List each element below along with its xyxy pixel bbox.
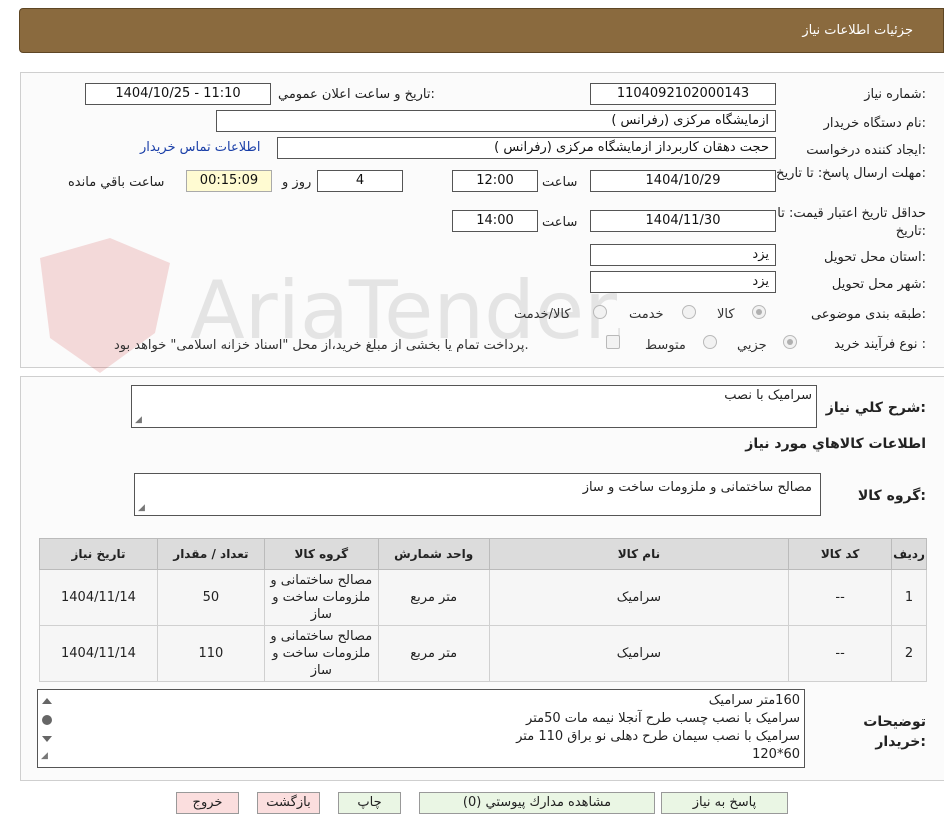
cell-group: مصالح ساختمانی و ملزومات ساخت و ساز	[263, 625, 379, 682]
resize-grip-icon: ◢	[41, 751, 48, 761]
validity-time-label: ساعت	[542, 215, 578, 230]
buyer-org-label: نام دستگاه خريدار:	[823, 116, 926, 131]
city-field: یزد	[590, 271, 776, 293]
cell-name: سرامیک	[488, 569, 790, 626]
cell-code: --	[788, 625, 893, 682]
description-text: سرامیک با نصب	[724, 388, 812, 403]
cell-row: 2	[891, 625, 927, 682]
deadline-label: مهلت ارسال پاسخ: تا تاريخ:	[776, 166, 926, 181]
goods-group-label: گروه كالا:	[857, 488, 926, 504]
page-header: جزئیات اطلاعات نیاز	[19, 8, 944, 53]
deadline-time-field: 12:00	[452, 170, 538, 192]
table-header-row: رديف كد كالا نام كالا واحد شمارش گروه كا…	[39, 538, 927, 570]
description-textarea[interactable]: سرامیک با نصب ◢	[131, 385, 817, 428]
print-button[interactable]: چاپ	[338, 792, 401, 814]
buyer-org-field: ازمايشگاه مرکزی (رفرانس )	[216, 110, 776, 132]
process-radio-minor[interactable]	[783, 335, 797, 349]
category-label: طبقه بندی موضوعی:	[810, 307, 926, 322]
process-label: نوع فرآيند خريد :	[834, 337, 926, 352]
category-option-service: خدمت	[629, 307, 664, 322]
col-header-group: گروه كالا	[263, 538, 379, 570]
treasury-checkbox[interactable]	[606, 335, 620, 349]
buyer-notes-line: 160متر سرامیک	[708, 693, 800, 708]
category-radio-service[interactable]	[682, 305, 696, 319]
days-label: روز و	[282, 175, 312, 190]
deadline-time-label: ساعت	[542, 175, 578, 190]
cell-qty: 110	[156, 625, 265, 682]
payment-note: پرداخت تمام يا بخشی از مبلغ خريد،از محل …	[114, 338, 529, 353]
buyer-notes-line: سرامیک با نصب چسب طرح آنجلا نیمه مات 50م…	[526, 711, 800, 726]
need-number-field: 1104092102000143	[590, 83, 776, 105]
validity-date-field: 1404/11/30	[590, 210, 776, 232]
col-header-row: رديف	[891, 538, 927, 570]
reply-button[interactable]: پاسخ به نياز	[661, 792, 788, 814]
buyer-notes-textarea[interactable]: 160متر سرامیک سرامیک با نصب چسب طرح آنجل…	[37, 689, 805, 768]
process-option-minor: جزيي	[737, 338, 767, 353]
goods-group-textarea[interactable]: مصالح ساختمانی و ملزومات ساخت و ساز ◢	[134, 473, 821, 516]
category-radio-goods[interactable]	[752, 305, 766, 319]
deadline-date-field: 1404/10/29	[590, 170, 776, 192]
remaining-time-field: 00:15:09	[186, 170, 272, 192]
process-radio-medium[interactable]	[703, 335, 717, 349]
table-row: 2 -- سرامیک متر مربع مصالح ساختمانی و مل…	[39, 625, 927, 682]
announce-field: 1404/10/25 - 11:10	[85, 83, 271, 105]
resize-grip-icon: ◢	[135, 415, 142, 425]
scroll-down-icon	[42, 736, 52, 742]
buyer-notes-line: 60*120	[752, 747, 800, 762]
process-option-medium: متوسط	[645, 338, 686, 353]
view-attachments-button[interactable]: مشاهده مدارك پيوستي (0)	[419, 792, 655, 814]
need-number-label: شماره نیاز:	[864, 87, 926, 102]
items-table: رديف كد كالا نام كالا واحد شمارش گروه كا…	[39, 538, 927, 682]
cell-unit: متر مربع	[377, 625, 490, 682]
buyer-notes-line: سرامیک با نصب سیمان طرح دهلی نو براق 110…	[516, 729, 800, 744]
validity-time-field: 14:00	[452, 210, 538, 232]
cell-name: سرامیک	[488, 625, 790, 682]
exit-button[interactable]: خروج	[176, 792, 239, 814]
cell-unit: متر مربع	[377, 569, 490, 626]
col-header-name: نام كالا	[488, 538, 790, 570]
cell-qty: 50	[156, 569, 265, 626]
city-label: شهر محل تحويل:	[831, 277, 926, 292]
scroll-thumb-icon	[42, 715, 52, 725]
col-header-code: كد كالا	[788, 538, 893, 570]
scroll-up-icon	[42, 698, 52, 704]
cell-date: 1404/11/14	[39, 569, 158, 626]
description-label: شرح كلي نياز:	[825, 400, 926, 416]
remaining-label: ساعت باقي مانده	[68, 175, 165, 190]
resize-grip-icon: ◢	[138, 503, 145, 513]
goods-info-title: اطلاعات كالاهاي مورد نياز	[745, 436, 926, 452]
buyer-notes-label: توضيحات خريدار:	[863, 714, 926, 750]
days-field: 4	[317, 170, 403, 192]
buyer-contact-link[interactable]: اطلاعات تماس خريدار	[140, 140, 260, 155]
cell-code: --	[788, 569, 893, 626]
col-header-unit: واحد شمارش	[377, 538, 490, 570]
goods-group-text: مصالح ساختمانی و ملزومات ساخت و ساز	[582, 480, 812, 495]
announce-label: تاریخ و ساعت اعلان عمومي:	[278, 87, 435, 102]
requester-label: ايجاد كننده درخواست:	[806, 143, 926, 158]
category-radio-both[interactable]	[593, 305, 607, 319]
category-option-goods: كالا	[717, 307, 735, 322]
cell-group: مصالح ساختمانی و ملزومات ساخت و ساز	[263, 569, 379, 626]
page-title: جزئیات اطلاعات نیاز	[802, 23, 913, 38]
requester-field: حجت دهقان کاربرداز ازمايشگاه مرکزی (رفرا…	[277, 137, 776, 159]
cell-date: 1404/11/14	[39, 625, 158, 682]
col-header-date: تاريخ نياز	[39, 538, 158, 570]
category-option-both: كالا/خدمت	[514, 307, 571, 322]
notes-scrollbar[interactable]	[40, 692, 54, 752]
province-label: استان محل تحويل:	[824, 250, 926, 265]
items-table-wrapper: رديف كد كالا نام كالا واحد شمارش گروه كا…	[39, 538, 927, 682]
province-field: یزد	[590, 244, 776, 266]
validity-label: حداقل تاريخ اعتبار قيمت: تا تاريخ:	[777, 206, 926, 239]
col-header-qty: تعداد / مقدار	[156, 538, 265, 570]
back-button[interactable]: بازگشت	[257, 792, 320, 814]
table-row: 1 -- سرامیک متر مربع مصالح ساختمانی و مل…	[39, 569, 927, 626]
cell-row: 1	[891, 569, 927, 626]
